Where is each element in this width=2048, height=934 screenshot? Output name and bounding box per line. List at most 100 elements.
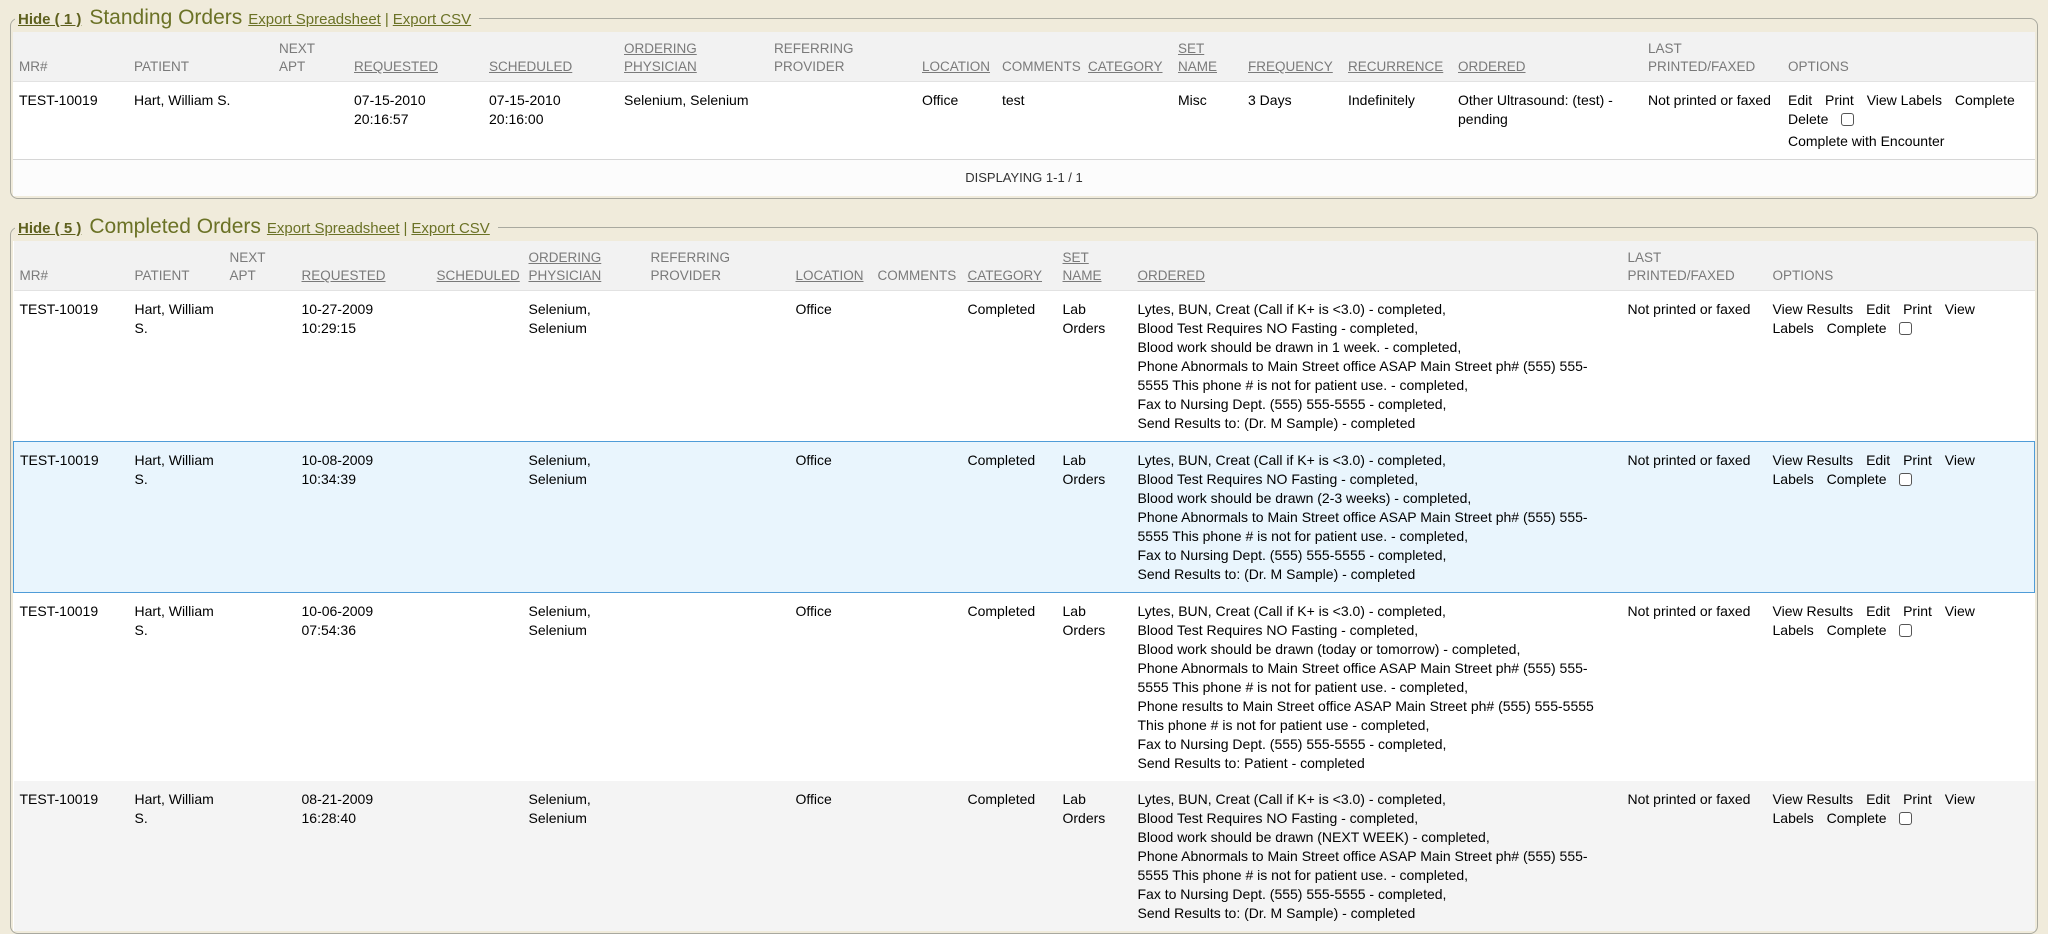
ordered-item: Blood Test Requires NO Fasting - complet… xyxy=(1138,621,1616,640)
standing-orders-title: Standing Orders xyxy=(89,6,242,29)
column-header-next-apt: NEXT APT xyxy=(273,32,348,82)
cell-mr: TEST-10019 xyxy=(14,291,129,442)
column-header-ordering-physician[interactable]: ORDERING PHYSICIAN xyxy=(618,32,768,82)
column-header-set-name[interactable]: SET NAME xyxy=(1172,32,1242,82)
order-row: TEST-10019Hart, William S. 10-08-2009 10:… xyxy=(14,442,2035,593)
print-link[interactable]: Print xyxy=(1903,791,1932,807)
cell-ordering-physician: Selenium, Selenium xyxy=(618,82,768,160)
column-header-ordering-physician[interactable]: ORDERING PHYSICIAN xyxy=(523,241,645,291)
cell-requested: 10-08-2009 10:34:39 xyxy=(296,442,431,593)
ordered-item: Blood Test Requires NO Fasting - complet… xyxy=(1138,809,1616,828)
cell-ordering-physician: Selenium, Selenium xyxy=(523,291,645,442)
ordered-item: Phone Abnormals to Main Street office AS… xyxy=(1138,847,1616,885)
column-header-category[interactable]: CATEGORY xyxy=(962,241,1057,291)
cell-scheduled: 07-15-2010 20:16:00 xyxy=(483,82,618,160)
cell-comments: test xyxy=(996,82,1082,160)
cell-set-name: Lab Orders xyxy=(1057,593,1132,782)
row-checkbox[interactable] xyxy=(1899,322,1912,335)
cell-patient: Hart, William S. xyxy=(128,82,273,160)
column-header-scheduled[interactable]: SCHEDULED xyxy=(431,241,523,291)
completed-orders-title: Completed Orders xyxy=(89,215,261,238)
view-results-link[interactable]: View Results xyxy=(1773,301,1854,317)
cell-next-apt xyxy=(273,82,348,160)
column-header-set-name[interactable]: SET NAME xyxy=(1057,241,1132,291)
column-header-ordered[interactable]: ORDERED xyxy=(1452,32,1642,82)
delete-link[interactable]: Delete xyxy=(1788,111,1828,127)
complete-link[interactable]: Complete xyxy=(1955,92,2015,108)
row-checkbox[interactable] xyxy=(1899,812,1912,825)
cell-location: Office xyxy=(790,781,872,931)
column-header-row: MR#PATIENTNEXT APTREQUESTEDSCHEDULEDORDE… xyxy=(14,241,2035,291)
completed-export-spreadsheet-link[interactable]: Export Spreadsheet xyxy=(267,220,400,237)
ordered-item: Lytes, BUN, Creat (Call if K+ is <3.0) -… xyxy=(1138,300,1616,319)
standing-hide-link[interactable]: Hide ( 1 ) xyxy=(18,11,81,28)
print-link[interactable]: Print xyxy=(1903,301,1932,317)
order-row: TEST-10019Hart, William S.10-06-2009 07:… xyxy=(14,593,2035,782)
column-header-frequency[interactable]: FREQUENCY xyxy=(1242,32,1342,82)
view-results-link[interactable]: View Results xyxy=(1773,452,1854,468)
ordered-item: Send Results to: (Dr. M Sample) - comple… xyxy=(1138,565,1616,584)
column-header-ordered[interactable]: ORDERED xyxy=(1132,241,1622,291)
print-link[interactable]: Print xyxy=(1903,452,1932,468)
edit-link[interactable]: Edit xyxy=(1866,452,1890,468)
column-header-requested[interactable]: REQUESTED xyxy=(296,241,431,291)
order-row: TEST-10019Hart, William S.07-15-2010 20:… xyxy=(13,82,2035,160)
standing-orders-section: Hide ( 1 ) Standing Orders Export Spreadsh… xyxy=(10,6,2038,199)
cell-scheduled xyxy=(431,291,523,442)
completed-export-csv-link[interactable]: Export CSV xyxy=(411,220,489,237)
cell-referring-provider xyxy=(645,291,790,442)
column-header-requested[interactable]: REQUESTED xyxy=(348,32,483,82)
column-header-patient: PATIENT xyxy=(128,32,273,82)
row-checkbox[interactable] xyxy=(1899,473,1912,486)
ordered-item: Blood Test Requires NO Fasting - complet… xyxy=(1138,470,1616,489)
standing-export-csv-link[interactable]: Export CSV xyxy=(393,11,471,28)
cell-requested: 07-15-2010 20:16:57 xyxy=(348,82,483,160)
ordered-item: Fax to Nursing Dept. (555) 555-5555 - co… xyxy=(1138,735,1616,754)
row-checkbox[interactable] xyxy=(1899,624,1912,637)
cell-requested: 08-21-2009 16:28:40 xyxy=(296,781,431,931)
cell-category: Completed xyxy=(962,442,1057,593)
cell-patient: Hart, William S. xyxy=(129,442,224,593)
cell-ordered: Lytes, BUN, Creat (Call if K+ is <3.0) -… xyxy=(1132,781,1622,931)
cell-ordering-physician: Selenium, Selenium xyxy=(523,442,645,593)
edit-link[interactable]: Edit xyxy=(1788,92,1812,108)
column-header-location[interactable]: LOCATION xyxy=(790,241,872,291)
cell-recurrence: Indefinitely xyxy=(1342,82,1452,160)
cell-ordering-physician: Selenium, Selenium xyxy=(523,593,645,782)
ordered-item: Fax to Nursing Dept. (555) 555-5555 - co… xyxy=(1138,885,1616,904)
complete-link[interactable]: Complete xyxy=(1827,320,1887,336)
standing-orders-table: MR#PATIENTNEXT APTREQUESTEDSCHEDULEDORDE… xyxy=(13,32,2035,196)
cell-options: Edit Print View Labels Complete Delete C… xyxy=(1782,82,2035,160)
cell-set-name: Misc xyxy=(1172,82,1242,160)
standing-export-spreadsheet-link[interactable]: Export Spreadsheet xyxy=(248,11,381,28)
view-labels-link[interactable]: View Labels xyxy=(1867,92,1942,108)
ordered-item: Phone Abnormals to Main Street office AS… xyxy=(1138,659,1616,697)
edit-link[interactable]: Edit xyxy=(1866,301,1890,317)
column-header-location[interactable]: LOCATION xyxy=(916,32,996,82)
cell-category: Completed xyxy=(962,291,1057,442)
column-header-comments: COMMENTS xyxy=(872,241,962,291)
complete-link[interactable]: Complete xyxy=(1827,622,1887,638)
complete-link[interactable]: Complete xyxy=(1827,471,1887,487)
cell-options: View Results Edit Print View Labels Comp… xyxy=(1767,781,2035,931)
row-checkbox[interactable] xyxy=(1841,113,1854,126)
print-link[interactable]: Print xyxy=(1903,603,1932,619)
column-header-recurrence[interactable]: RECURRENCE xyxy=(1342,32,1452,82)
view-results-link[interactable]: View Results xyxy=(1773,791,1854,807)
edit-link[interactable]: Edit xyxy=(1866,603,1890,619)
column-header-referring-provider: REFERRING PROVIDER xyxy=(645,241,790,291)
cell-location: Office xyxy=(790,442,872,593)
column-header-scheduled[interactable]: SCHEDULED xyxy=(483,32,618,82)
edit-link[interactable]: Edit xyxy=(1866,791,1890,807)
complete-link[interactable]: Complete xyxy=(1827,810,1887,826)
cell-mr: TEST-10019 xyxy=(14,442,129,593)
column-header-category[interactable]: CATEGORY xyxy=(1082,32,1172,82)
print-link[interactable]: Print xyxy=(1825,92,1854,108)
cell-location: Office xyxy=(790,593,872,782)
cell-scheduled xyxy=(431,442,523,593)
completed-hide-link[interactable]: Hide ( 5 ) xyxy=(18,220,81,237)
column-header-last-printed-faxed: LAST PRINTED/FAXED xyxy=(1622,241,1767,291)
ordered-item: Send Results to: Patient - completed xyxy=(1138,754,1616,773)
complete-with-encounter-link[interactable]: Complete with Encounter xyxy=(1788,132,2029,151)
view-results-link[interactable]: View Results xyxy=(1773,603,1854,619)
